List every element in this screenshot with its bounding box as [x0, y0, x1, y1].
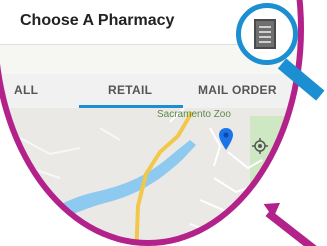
tab-retail[interactable]: RETAIL [108, 74, 152, 108]
map-view[interactable]: Sacramento Zoo [0, 108, 300, 246]
tab-all[interactable]: ALL [14, 74, 38, 108]
tutorial-overlay: Choose A Pharmacy ALL RETAIL MAIL ORDER … [0, 0, 327, 246]
map-place-label: Sacramento Zoo [157, 109, 231, 120]
magnifier-lens [236, 3, 298, 65]
map-canvas [0, 108, 300, 246]
tab-mail-order[interactable]: MAIL ORDER [198, 74, 277, 108]
page-title: Choose A Pharmacy [20, 12, 175, 29]
tab-bar: ALL RETAIL MAIL ORDER [0, 74, 300, 109]
hamburger-menu-icon[interactable] [254, 19, 276, 49]
my-location-icon[interactable] [252, 138, 268, 154]
location-pin-icon[interactable] [219, 128, 233, 150]
arrowhead-icon [263, 202, 281, 218]
